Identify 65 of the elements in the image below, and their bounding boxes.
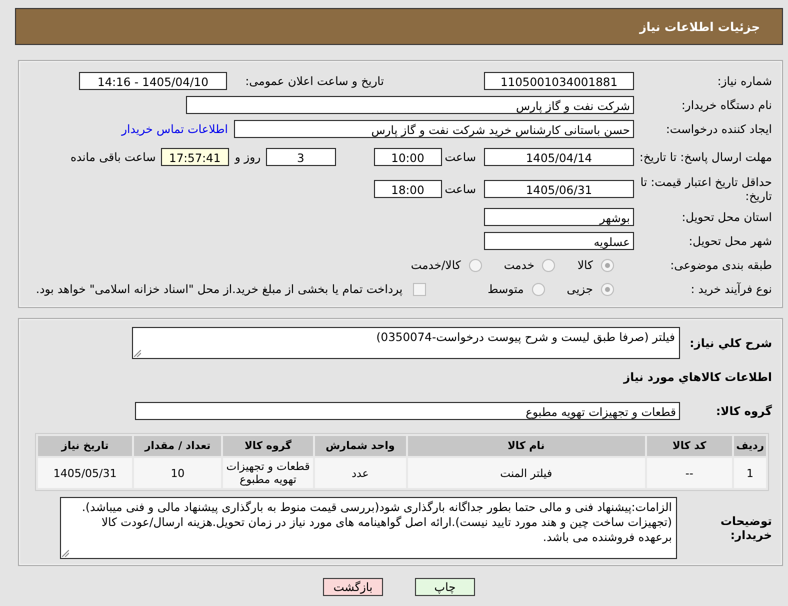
table-cell: عدد (314, 458, 406, 488)
field-label: نام دستگاه خریدار: (680, 98, 772, 112)
remaining-label: ساعت باقی مانده (70, 150, 156, 164)
field-label: گروه کالا: (715, 404, 772, 418)
field-label: تاریخ و ساعت اعلان عمومی: (244, 74, 384, 88)
field-label: استان محل تحویل: (680, 210, 772, 224)
input-field[interactable]: بوشهر (484, 208, 634, 226)
input-field[interactable]: 10:00 (374, 148, 442, 166)
radio-button[interactable] (601, 258, 614, 272)
field-label: ایجاد کننده درخواست: (665, 122, 772, 136)
radio-label: کالا (577, 258, 593, 272)
input-field[interactable]: عسلویه (484, 232, 634, 250)
column-header: کد کالا (646, 436, 732, 456)
checkbox-label: پرداخت تمام یا بخشی از مبلغ خرید.از محل "اسناد خزانه اسلامی" خواهد بود. (36, 282, 403, 296)
radio-button[interactable] (542, 258, 556, 272)
section-heading: اطلاعات کالاهاي مورد نياز (624, 370, 772, 384)
radio-label: خدمت (504, 258, 534, 272)
column-header: تاریخ نیاز (38, 436, 132, 456)
resize-grip-icon[interactable] (62, 550, 69, 557)
input-field[interactable]: 1405/06/31 (484, 180, 634, 198)
days-label: روز و (234, 150, 261, 164)
input-field[interactable]: 1105001034001881 (484, 72, 634, 90)
field-label: نوع فرآیند خرید : (690, 282, 772, 296)
table-cell: قطعات و تجهیزات تهویه مطبوع (223, 458, 313, 488)
input-field[interactable]: 3 (266, 148, 336, 166)
radio-button[interactable] (532, 282, 545, 296)
radio-label: متوسط (488, 282, 524, 296)
description-field[interactable]: فیلتر (صرفا طبق لیست و شرح پیوست درخواست-0350074) (132, 327, 680, 359)
table-cell: -- (646, 458, 732, 488)
field-label: شماره نیاز: (716, 74, 772, 88)
table-cell: 1 (734, 458, 766, 488)
notes-field[interactable]: الزامات:پیشنهاد فنی و مالی حتما بطور جداگانه بارگذاری شود(بررسی قیمت منوط به بارگذاری پیشنهاد مالی و فنی میباشد).(تجهیزات ساخت چین و هند مورد تایید نیست).ارائه اصل گواهینامه های مورد نیاز در زمان تحویل.هزینه ارسال/عودت کالا برعهده فروشنده می باشد. (60, 497, 677, 559)
table-cell: 1405/05/31 (38, 458, 132, 488)
contact-link[interactable]: اطلاعات تماس خریدار (121, 122, 228, 136)
page-title: جزئیات اطلاعات نیاز (639, 20, 760, 34)
column-header: تعداد / مقدار (134, 436, 222, 456)
column-header: ردیف (734, 436, 766, 456)
field-label: حداقل تاریخ اعتبار قیمت: تا تاریخ: (639, 175, 772, 203)
column-header: نام کالا (408, 436, 645, 456)
time-label: ساعت (444, 150, 476, 164)
field-label: مهلت ارسال پاسخ: تا تاریخ: (638, 150, 772, 164)
column-header: واحد شمارش (314, 436, 406, 456)
column-header: گروه کالا (223, 436, 313, 456)
checkbox[interactable] (412, 282, 426, 296)
radio-label: جزیی (566, 282, 593, 296)
field-label: توضیحات خریدار: (720, 514, 772, 542)
radio-button[interactable] (468, 258, 482, 272)
table-cell: فیلتر المنت (408, 458, 645, 488)
input-field[interactable]: 1405/04/10 - 14:16 (79, 72, 227, 90)
field-label: طبقه بندی موضوعی: (669, 258, 772, 272)
back-button[interactable]: بازگشت (323, 578, 383, 596)
table-cell: 10 (134, 458, 222, 488)
input-field[interactable]: شرکت نفت و گاز پارس (186, 96, 634, 114)
input-field[interactable]: قطعات و تجهیزات تهویه مطبوع (135, 402, 680, 420)
radio-label: کالا/خدمت (410, 258, 461, 272)
input-field[interactable]: حسن باستانی کارشناس خرید شرکت نفت و گاز پارس (234, 120, 634, 138)
resize-grip-icon[interactable] (134, 350, 141, 357)
countdown-field[interactable]: 17:57:41 (160, 148, 229, 166)
field-label: شهر محل تحویل: (688, 234, 772, 248)
radio-button[interactable] (601, 282, 614, 296)
input-field[interactable]: 18:00 (374, 180, 442, 198)
time-label: ساعت (444, 182, 476, 196)
input-field[interactable]: 1405/04/14 (484, 148, 634, 166)
print-button[interactable]: چاپ (415, 578, 475, 596)
field-label: شرح کلي نياز: (688, 336, 772, 350)
